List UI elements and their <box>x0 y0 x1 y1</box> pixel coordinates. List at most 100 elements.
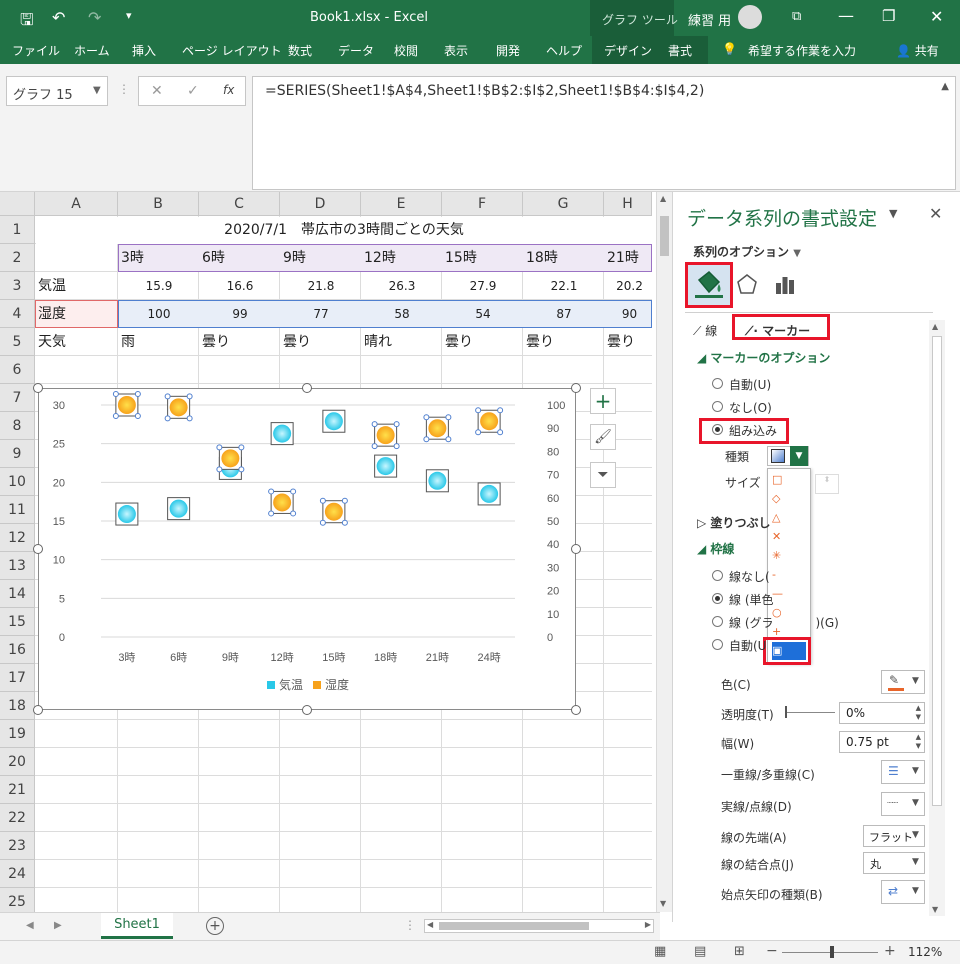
row-header-10[interactable]: 10 <box>0 468 35 496</box>
time-cell[interactable]: 18時 <box>526 245 602 272</box>
sheet-tab-sheet1[interactable]: Sheet1 <box>101 913 173 939</box>
marker-shape-option[interactable]: ◇ <box>772 490 806 508</box>
compound-type-dropdown[interactable]: ☰ ▼ <box>881 760 925 784</box>
cancel-icon[interactable]: ✕ <box>151 83 163 99</box>
ribbon-display-icon[interactable]: ⧉ <box>792 9 801 24</box>
radio-auto-line[interactable] <box>712 639 723 650</box>
row-header-2[interactable]: 2 <box>0 244 35 272</box>
normal-view-icon[interactable]: ▦ <box>654 944 666 959</box>
redo-icon[interactable]: ↷ <box>88 8 101 27</box>
row-header-11[interactable]: 11 <box>0 496 35 524</box>
temp-cell[interactable]: 27.9 <box>445 273 521 300</box>
row-header-24[interactable]: 24 <box>0 860 35 888</box>
radio-auto[interactable] <box>712 378 723 389</box>
tab-help[interactable]: ヘルプ <box>546 42 582 59</box>
save-icon[interactable]: 🖫 <box>20 9 34 36</box>
page-layout-view-icon[interactable]: ▤ <box>694 944 706 959</box>
row-header-7[interactable]: 7 <box>0 384 35 412</box>
weather-cell[interactable]: 曇り <box>445 329 521 356</box>
row-header-5[interactable]: 5 <box>0 328 35 356</box>
col-header-h[interactable]: H <box>604 192 652 216</box>
marker-shape-option[interactable]: ✳ <box>772 547 806 565</box>
row-label-temp[interactable]: 気温 <box>38 273 66 300</box>
series-options-dropdown[interactable]: 系列のオプション ▼ <box>693 243 801 260</box>
radio-no-line[interactable] <box>712 570 723 581</box>
row-header-9[interactable]: 9 <box>0 440 35 468</box>
tab-home[interactable]: ホーム <box>74 42 110 59</box>
horizontal-scrollbar[interactable]: ◀ ▶ <box>424 919 654 933</box>
border-section[interactable]: ◢ 枠線 <box>697 540 734 557</box>
chart-styles-brush-icon[interactable]: 🖌 <box>590 424 616 450</box>
row-header-23[interactable]: 23 <box>0 832 35 860</box>
chart-resize-handle[interactable] <box>33 705 43 715</box>
sheet-vertical-scrollbar[interactable]: ▲ ▼ <box>656 192 672 912</box>
tab-insert[interactable]: 挿入 <box>132 42 156 59</box>
tab-format[interactable]: 書式 <box>668 42 692 59</box>
fill-section[interactable]: ▷ 塗りつぶし <box>697 514 771 531</box>
size-spinner[interactable]: ⬍ <box>815 474 839 494</box>
begin-arrow-dropdown[interactable]: ⇄ ▼ <box>881 880 925 904</box>
series-options-bars-icon[interactable] <box>773 272 797 298</box>
chart-area[interactable]: 0 5 10 15 20 25 30 0 10 20 30 40 50 60 70 80 90 100 3時 6時 9時… <box>38 388 576 710</box>
row-header-18[interactable]: 18 <box>0 692 35 720</box>
col-header-c[interactable]: C <box>199 192 280 216</box>
chart-resize-handle[interactable] <box>33 544 43 554</box>
scatter-chart[interactable]: 0 5 10 15 20 25 30 0 10 20 30 40 50 60 70 80 90 100 3時 6時 9時… <box>39 389 577 711</box>
row-header-19[interactable]: 19 <box>0 720 35 748</box>
time-cell[interactable]: 3時 <box>121 245 197 272</box>
humidity-cell[interactable]: 90 <box>607 301 652 328</box>
row-header-20[interactable]: 20 <box>0 748 35 776</box>
join-type-dropdown[interactable]: 丸 ▼ <box>863 852 925 874</box>
chart-resize-handle[interactable] <box>302 383 312 393</box>
page-break-view-icon[interactable]: ⊞ <box>734 944 745 959</box>
temp-cell[interactable]: 15.9 <box>121 273 197 300</box>
col-header-f[interactable]: F <box>442 192 523 216</box>
col-header-g[interactable]: G <box>523 192 604 216</box>
humidity-cell[interactable]: 77 <box>283 301 359 328</box>
col-header-e[interactable]: E <box>361 192 442 216</box>
weather-cell[interactable]: 曇り <box>283 329 359 356</box>
row-header-3[interactable]: 3 <box>0 272 35 300</box>
tab-developer[interactable]: 開発 <box>496 42 520 59</box>
col-header-d[interactable]: D <box>280 192 361 216</box>
transparency-input[interactable]: 0% ▲ ▼ <box>839 702 925 724</box>
effects-pentagon-icon[interactable] <box>735 272 759 298</box>
next-sheet-icon[interactable]: ▶ <box>54 920 62 931</box>
temp-cell[interactable]: 21.8 <box>283 273 359 300</box>
tab-formulas[interactable]: 数式 <box>288 42 312 59</box>
width-input[interactable]: 0.75 pt ▲ ▼ <box>839 731 925 753</box>
row-header-17[interactable]: 17 <box>0 664 35 692</box>
weather-cell[interactable]: 曇り <box>526 329 602 356</box>
row-header-12[interactable]: 12 <box>0 524 35 552</box>
weather-cell[interactable]: 晴れ <box>364 329 440 356</box>
row-header-15[interactable]: 15 <box>0 608 35 636</box>
row-header-14[interactable]: 14 <box>0 580 35 608</box>
tab-data[interactable]: データ <box>338 42 374 59</box>
chart-filter-icon[interactable]: ⏷ <box>590 462 616 488</box>
formula-input[interactable]: =SERIES(Sheet1!$A$4,Sheet1!$B$2:$I$2,She… <box>252 76 956 190</box>
humidity-cell[interactable]: 99 <box>202 301 278 328</box>
row-label-humidity[interactable]: 湿度 <box>38 301 66 328</box>
share-button[interactable]: 👤 共有 <box>896 42 939 59</box>
avatar[interactable] <box>738 5 762 29</box>
chart-resize-handle[interactable] <box>571 383 581 393</box>
radio-gradient-line[interactable] <box>712 616 723 627</box>
sheet-title-cell[interactable]: 2020/7/1 帯広市の3時間ごとの天気 <box>36 217 652 244</box>
chart-resize-handle[interactable] <box>571 705 581 715</box>
maximize-icon[interactable]: ❐ <box>882 7 895 25</box>
weather-cell[interactable]: 曇り <box>202 329 278 356</box>
select-all-button[interactable] <box>0 192 35 216</box>
minimize-icon[interactable]: — <box>838 6 854 25</box>
chart-elements-button[interactable]: + <box>590 388 616 414</box>
marker-options-section[interactable]: ◢ マーカーのオプション <box>697 349 830 366</box>
chart-resize-handle[interactable] <box>571 544 581 554</box>
radio-none[interactable] <box>712 401 723 412</box>
row-header-1[interactable]: 1 <box>0 216 35 244</box>
line-color-picker[interactable]: ✎ ▼ <box>881 670 925 694</box>
temp-cell[interactable]: 22.1 <box>526 273 602 300</box>
row-label-weather[interactable]: 天気 <box>38 329 66 356</box>
marker-shape-option[interactable]: - <box>772 566 806 584</box>
transparency-slider[interactable] <box>785 712 835 713</box>
zoom-in-icon[interactable]: + <box>884 943 896 959</box>
time-cell[interactable]: 21時 <box>607 245 652 272</box>
